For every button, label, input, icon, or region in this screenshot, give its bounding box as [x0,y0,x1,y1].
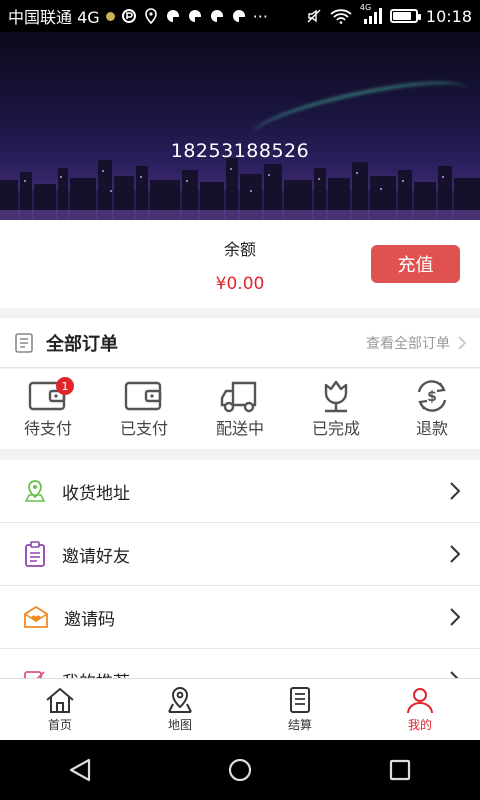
pending-count-badge: 1 [56,377,74,395]
wifi-icon [330,9,352,24]
delivery-truck-icon [220,381,257,413]
clipboard-icon [25,541,45,567]
refund-icon: $ [417,380,447,412]
chevron-right-icon [450,482,460,500]
wallet-icon [124,381,162,411]
location-status-icon [144,8,157,24]
order-status-row: 1 待支付 已支付 配送中 已完成 $ 退款 [0,369,480,449]
svg-text:$: $ [427,389,437,405]
menu-item-address[interactable]: 收货地址 [0,460,480,523]
tab-home[interactable]: 首页 [0,679,120,740]
chevron-right-icon [450,545,460,563]
qq-notification-icon [232,10,245,22]
menu-item-label: 收货地址 [62,483,130,504]
recharge-button[interactable]: 充值 [371,245,460,283]
order-status-label: 退款 [415,419,448,438]
location-icon [24,480,46,502]
recent-apps-icon[interactable] [387,757,413,783]
orders-title: 全部订单 [46,333,118,355]
orders-header: 全部订单 查看全部订单 [0,318,480,368]
mute-icon [307,9,321,23]
tab-label: 我的 [407,718,432,732]
balance-card: 余额 ¥0.00 充值 [0,220,480,308]
status-bar: 中国联通 4G ··· 4G 10:18 [0,0,480,32]
qq-notification-icon [166,10,179,22]
profile-header: 18253188526 [0,32,480,220]
tab-map[interactable]: 地图 [120,679,240,740]
tab-mine[interactable]: 我的 [360,679,480,740]
back-icon[interactable] [67,757,93,783]
more-notifications-text: ··· [252,6,268,26]
notification-dot-icon [105,11,115,21]
home-circle-icon[interactable] [227,757,253,783]
signal-icon: 4G [360,3,382,25]
notification-p-icon [121,9,136,23]
phone-number: 18253188526 [170,140,310,162]
order-status-pending-payment[interactable]: 1 待支付 [8,377,88,439]
tulip-icon [324,380,348,413]
order-status-completed[interactable]: 已完成 [296,379,376,439]
view-all-orders-link[interactable]: 查看全部订单 [366,333,466,353]
system-navigation-bar [0,740,480,800]
map-icon [168,686,192,713]
order-status-label: 已支付 [119,419,168,438]
qq-notification-icon [188,10,201,22]
receipt-icon [290,687,310,713]
settings-menu: 收货地址 邀请好友 邀请码 我的推荐 [0,460,480,712]
order-status-label: 配送中 [215,419,264,438]
tab-checkout[interactable]: 结算 [240,679,360,740]
clock-text: 10:18 [425,6,472,26]
view-all-orders-label: 查看全部订单 [366,335,450,352]
menu-item-label: 邀请码 [64,609,115,630]
menu-item-invite-code[interactable]: 邀请码 [0,586,480,649]
order-status-label: 待支付 [23,419,72,438]
order-status-delivering[interactable]: 配送中 [200,379,280,439]
carrier-text: 中国联通 4G [8,8,100,27]
tab-label: 地图 [167,718,192,732]
chevron-right-icon [450,608,460,626]
qq-notification-icon [210,10,223,22]
order-status-label: 已完成 [311,419,360,438]
battery-icon [389,9,421,23]
menu-item-invite-friends[interactable]: 邀请好友 [0,523,480,586]
tab-label: 结算 [287,718,312,732]
order-list-icon [15,332,33,353]
menu-item-label: 邀请好友 [62,546,130,567]
order-status-paid[interactable]: 已支付 [104,379,184,439]
envelope-heart-icon [24,605,48,628]
chevron-right-icon [458,335,466,350]
tab-label: 首页 [47,718,72,732]
home-icon [46,687,74,713]
order-status-refund[interactable]: $ 退款 [392,379,472,439]
bottom-tab-bar: 首页 地图 结算 我的 [0,678,480,740]
user-icon [407,688,433,714]
